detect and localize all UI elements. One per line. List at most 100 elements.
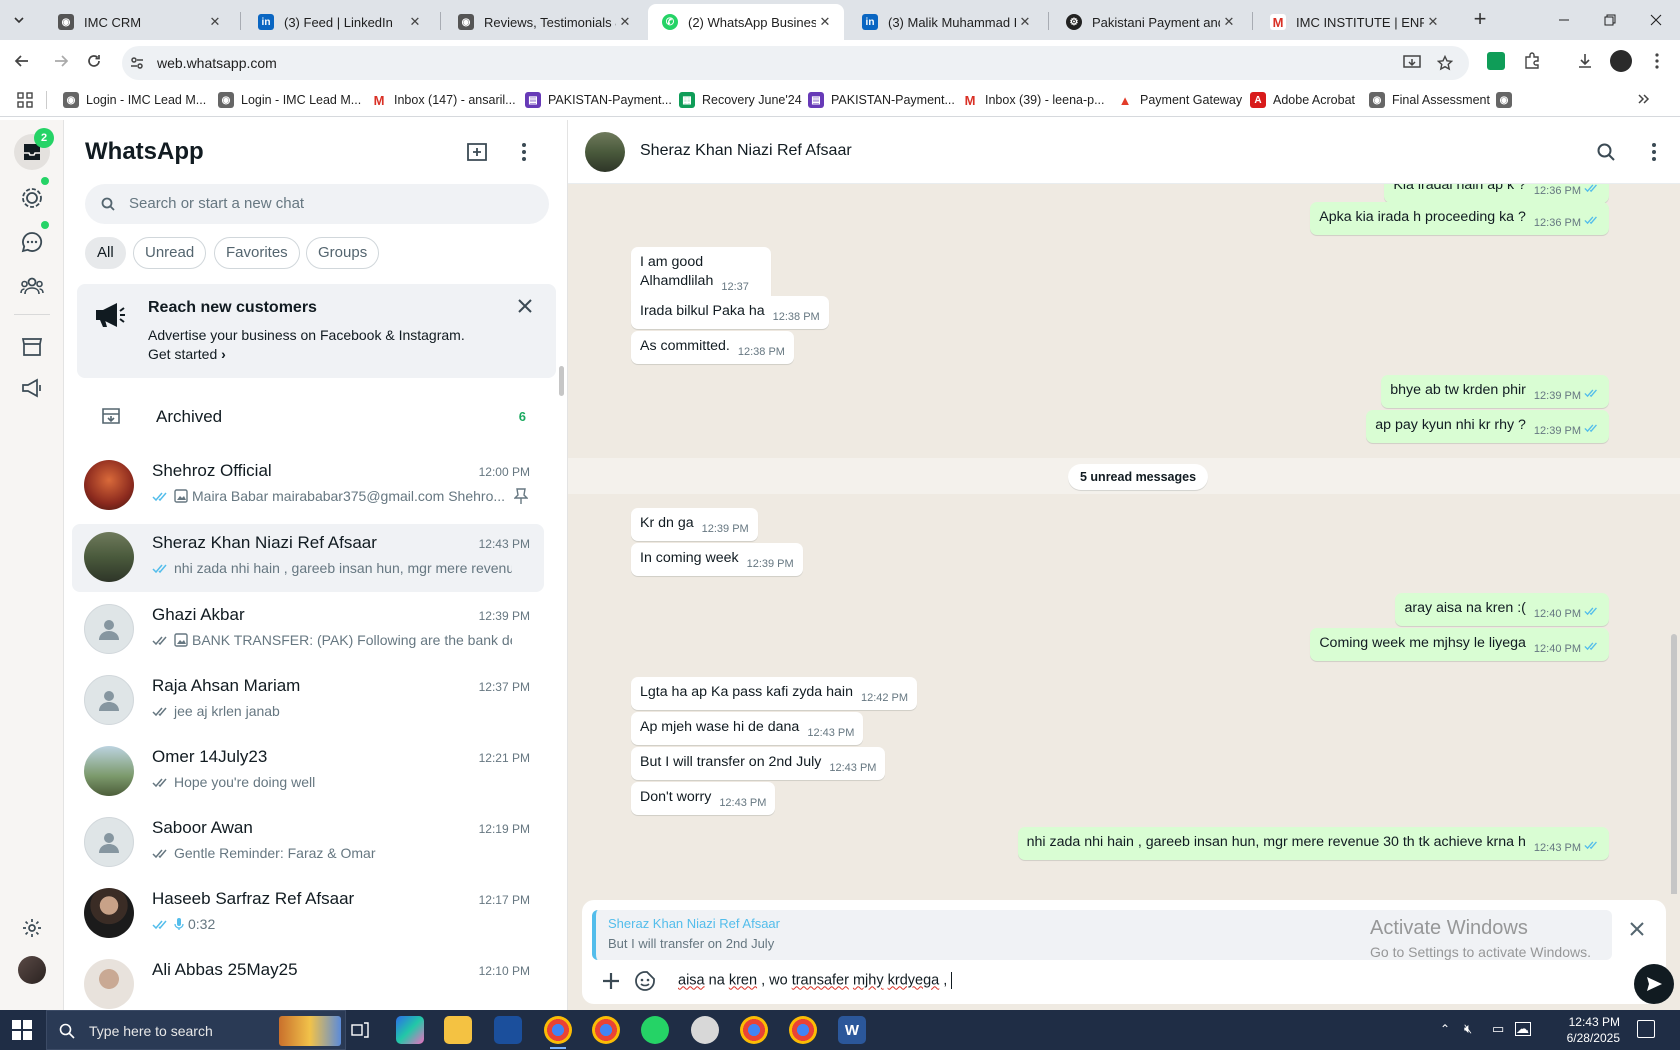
- new-chat-button[interactable]: [463, 138, 491, 166]
- send-button[interactable]: [1634, 964, 1674, 1004]
- conversation-header[interactable]: Sheraz Khan Niazi Ref Afsaar: [568, 120, 1680, 184]
- incoming-message[interactable]: Don't worry 12:43 PM: [631, 782, 776, 815]
- copilot-taskbar-icon[interactable]: [396, 1016, 424, 1044]
- task-view-button[interactable]: [346, 1016, 374, 1044]
- sticker-button[interactable]: [632, 968, 658, 994]
- install-app-button[interactable]: [1399, 50, 1425, 76]
- menu-button[interactable]: [510, 138, 538, 166]
- bookmark-item[interactable]: ▤ PAKISTAN-Payment...: [808, 90, 955, 110]
- chrome-taskbar-icon[interactable]: [789, 1016, 817, 1044]
- new-tab-button[interactable]: +: [1466, 8, 1494, 32]
- word-taskbar-icon[interactable]: W: [838, 1016, 866, 1044]
- file-explorer-taskbar-icon[interactable]: [444, 1016, 472, 1044]
- attach-button[interactable]: [598, 968, 624, 994]
- bookmark-item[interactable]: ◉: [1496, 90, 1519, 110]
- tab-imc-institute[interactable]: M IMC INSTITUTE | ENROLL… ✕: [1256, 4, 1452, 40]
- bookmark-item[interactable]: ◉ Login - IMC Lead M...: [63, 90, 206, 110]
- battery-icon[interactable]: ▭: [1492, 1021, 1504, 1037]
- channels-nav-button[interactable]: [14, 224, 50, 260]
- extensions-button[interactable]: [1519, 48, 1545, 74]
- chrome-taskbar-icon[interactable]: [740, 1016, 768, 1044]
- communities-nav-button[interactable]: [14, 268, 50, 304]
- minimize-button[interactable]: [1541, 0, 1587, 40]
- outgoing-message[interactable]: ap pay kyun nhi kr rhy ? 12:39 PM: [1366, 410, 1609, 443]
- volume-icon[interactable]: 🔇︎: [1464, 1021, 1472, 1037]
- filter-all[interactable]: All: [85, 237, 126, 269]
- advertise-nav-button[interactable]: [14, 370, 50, 406]
- chat-row-shehroz-official[interactable]: Shehroz Official 12:00 PM Maira Babar ma…: [72, 452, 544, 520]
- downloads-button[interactable]: [1572, 48, 1598, 74]
- bookmark-item[interactable]: ◉ Final Assessment: [1369, 90, 1490, 110]
- search-input[interactable]: Search or start a new chat: [85, 184, 549, 224]
- notifications-icon[interactable]: [1637, 1020, 1655, 1038]
- message-list[interactable]: Kia iradal hain ap k ? 12:36 PM Apka kia …: [568, 184, 1680, 894]
- outgoing-message[interactable]: Coming week me mjhsy le liyega 12:40 PM: [1310, 628, 1609, 661]
- outgoing-message[interactable]: Apka kia irada h proceeding ka ? 12:36 PM: [1310, 202, 1609, 235]
- tab-pakistani-payment[interactable]: ⚙ Pakistani Payment and C… ✕: [1052, 4, 1248, 40]
- extension-button[interactable]: [1483, 48, 1509, 74]
- close-promo-button[interactable]: [517, 298, 537, 318]
- browser-menu-button[interactable]: [1644, 48, 1670, 74]
- taskbar-search[interactable]: Type here to search: [46, 1010, 346, 1050]
- apps-button[interactable]: [12, 87, 38, 113]
- display-icon[interactable]: [1515, 1022, 1531, 1036]
- incoming-message[interactable]: Kr dn ga 12:39 PM: [631, 508, 758, 541]
- chat-row-omer-14july23[interactable]: Omer 14July23 12:21 PM Hope you're doing…: [72, 738, 544, 806]
- more-bookmarks-button[interactable]: [1630, 86, 1656, 112]
- address-bar[interactable]: [122, 46, 1469, 80]
- close-icon[interactable]: ✕: [1220, 14, 1238, 30]
- close-icon[interactable]: ✕: [406, 14, 424, 30]
- chat-row-saboor-awan[interactable]: Saboor Awan 12:19 PM Gentle Reminder: Fa…: [72, 809, 544, 877]
- forward-button[interactable]: [48, 48, 74, 74]
- chrome-taskbar-icon[interactable]: [592, 1016, 620, 1044]
- outgoing-message[interactable]: nhi zada nhi hain , gareeb insan hun, mg…: [1017, 827, 1609, 860]
- reload-button[interactable]: [81, 48, 107, 74]
- tab-linkedin[interactable]: in (3) Feed | LinkedIn ✕: [244, 4, 434, 40]
- close-icon[interactable]: ✕: [1016, 14, 1034, 30]
- incoming-message[interactable]: As committed. 12:38 PM: [631, 331, 794, 364]
- bookmark-item[interactable]: ◉ Login - IMC Lead M...: [218, 90, 361, 110]
- chat-row-ali-abbas[interactable]: Ali Abbas 25May25 12:10 PM: [72, 951, 544, 1010]
- taskbar-clock[interactable]: 12:43 PM 6/28/2025: [1540, 1014, 1620, 1046]
- whatsapp-taskbar-icon[interactable]: [641, 1016, 669, 1044]
- settings-nav-button[interactable]: [14, 910, 50, 946]
- tab-reviews[interactable]: ◉ Reviews, Testimonials & … ✕: [444, 4, 644, 40]
- incoming-message[interactable]: Ap mjeh wase hi de dana 12:43 PM: [631, 712, 864, 745]
- close-icon[interactable]: ✕: [1424, 14, 1442, 30]
- tab-whatsapp[interactable]: ✆ (2) WhatsApp Business ✕: [648, 4, 844, 40]
- filter-favorites[interactable]: Favorites: [214, 237, 300, 269]
- get-started-link[interactable]: Get started ›: [148, 346, 226, 362]
- profile-button[interactable]: [1608, 48, 1634, 74]
- close-icon[interactable]: ✕: [616, 14, 634, 30]
- message-scrollbar[interactable]: [1671, 634, 1677, 894]
- outgoing-message[interactable]: bhye ab tw krden phir 12:39 PM: [1381, 375, 1609, 408]
- bookmark-item[interactable]: ▲ Payment Gateway: [1117, 90, 1242, 110]
- outgoing-message[interactable]: aray aisa na kren :(12:40 PM: [1395, 593, 1609, 626]
- incoming-message[interactable]: Lgta ha ap Ka pass kafi zyda hain 12:42 P…: [631, 677, 918, 710]
- chat-list-scrollbar[interactable]: [559, 366, 564, 396]
- profile-nav-button[interactable]: [14, 952, 50, 988]
- incoming-message[interactable]: But I will transfer on 2nd July 12:43 PM: [631, 747, 886, 780]
- incoming-message[interactable]: In coming week 12:39 PM: [631, 543, 803, 576]
- catalog-nav-button[interactable]: [14, 329, 50, 365]
- bookmark-item[interactable]: M Inbox (39) - leena-p...: [962, 90, 1105, 110]
- search-messages-button[interactable]: [1592, 138, 1620, 166]
- contact-avatar[interactable]: [585, 132, 625, 172]
- chat-row-haseeb-sarfraz[interactable]: Haseeb Sarfraz Ref Afsaar 12:17 PM 0:32: [72, 880, 544, 948]
- back-button[interactable]: [9, 48, 35, 74]
- restore-button[interactable]: [1587, 0, 1633, 40]
- cancel-reply-button[interactable]: [1630, 922, 1650, 942]
- message-input[interactable]: aisa na kren , wo transafer mjhy krdyega…: [678, 972, 953, 989]
- archived-row[interactable]: Archived 6: [64, 388, 567, 444]
- close-window-button[interactable]: [1633, 0, 1679, 40]
- tab-search-button[interactable]: [6, 8, 32, 32]
- start-button[interactable]: [12, 1020, 32, 1040]
- chrome-taskbar-icon[interactable]: [544, 1016, 572, 1049]
- tab-imc-crm[interactable]: ◉ IMC CRM ✕: [44, 4, 234, 40]
- close-icon[interactable]: ✕: [816, 14, 834, 30]
- bookmark-item[interactable]: ▦ Recovery June'24: [679, 90, 802, 110]
- tab-linkedin-profile[interactable]: in (3) Malik Muhammad Ri… ✕: [848, 4, 1044, 40]
- close-icon[interactable]: ✕: [206, 14, 224, 30]
- site-info-button[interactable]: [124, 50, 150, 76]
- chevron-up-icon[interactable]: ⌃: [1440, 1022, 1450, 1036]
